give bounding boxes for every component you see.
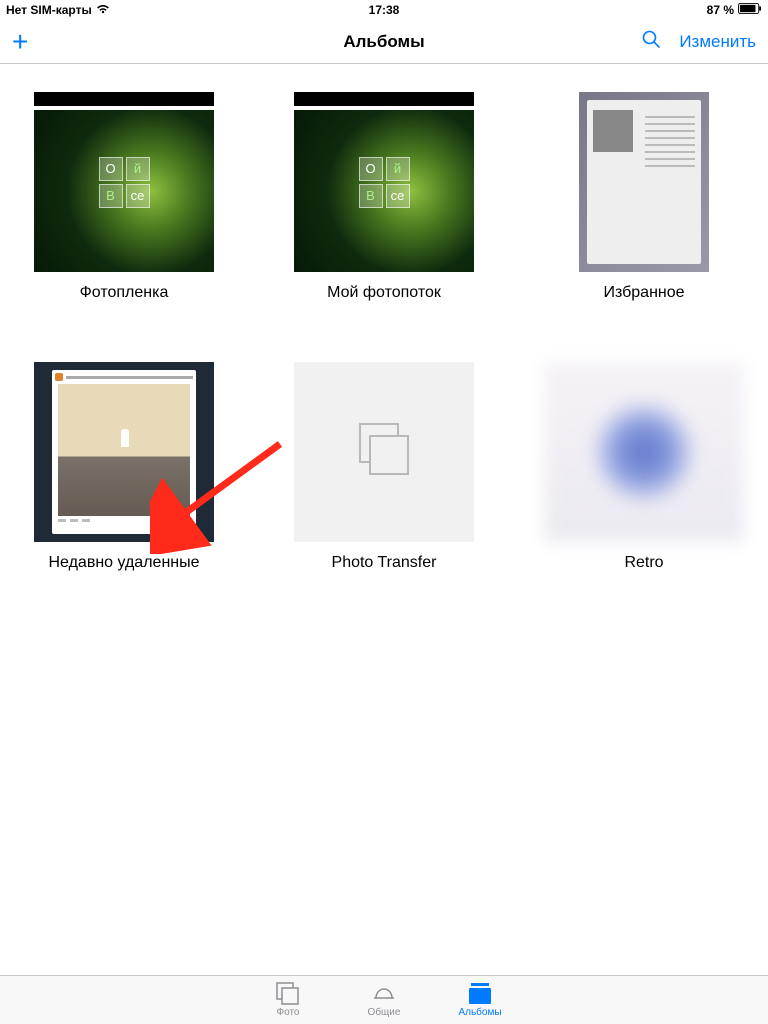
status-right: 87 % — [707, 3, 762, 17]
album-camera-roll[interactable]: О й В се Фотопленка — [34, 92, 214, 302]
status-time: 17:38 — [369, 3, 400, 17]
tile-letter: се — [126, 184, 150, 208]
tab-label: Общие — [368, 1007, 401, 1018]
album-thumb — [294, 362, 474, 542]
album-thumb: О й В се — [34, 92, 214, 272]
stack-icon — [348, 414, 420, 491]
album-title: Недавно удаленные — [48, 554, 199, 572]
album-title: Retro — [624, 554, 663, 572]
tile-letter: й — [386, 157, 410, 181]
status-left: Нет SIM-карты — [6, 3, 110, 17]
battery-pct: 87 % — [707, 3, 734, 17]
status-bar: Нет SIM-карты 17:38 87 % — [0, 0, 768, 20]
tile-letter: О — [359, 157, 383, 181]
album-thumb — [34, 362, 214, 542]
album-title: Photo Transfer — [332, 554, 437, 572]
album-thumb — [544, 362, 744, 542]
tab-label: Альбомы — [458, 1007, 501, 1018]
album-title: Избранное — [603, 284, 684, 302]
tab-label: Фото — [277, 1007, 300, 1018]
carrier-label: Нет SIM-карты — [6, 3, 92, 17]
albums-grid: О й В се Фотопленка О й В се Мой фотопот… — [24, 92, 744, 572]
album-favorites[interactable]: Избранное — [579, 92, 709, 302]
album-recently-deleted[interactable]: Недавно удаленные — [34, 362, 214, 572]
search-button[interactable] — [641, 29, 661, 54]
tile-letter: В — [99, 184, 123, 208]
page-title: Альбомы — [343, 32, 424, 52]
add-album-button[interactable]: + — [12, 28, 28, 56]
album-retro[interactable]: Retro — [544, 362, 744, 572]
tab-shared[interactable]: Общие — [346, 980, 422, 1018]
wifi-icon — [96, 3, 110, 17]
nav-left: + — [12, 28, 28, 56]
albums-content: О й В се Фотопленка О й В се Мой фотопот… — [0, 64, 768, 600]
album-title: Фотопленка — [80, 284, 169, 302]
nav-right: Изменить — [641, 29, 756, 54]
tab-bar: Фото Общие Альбомы — [0, 975, 768, 1024]
tile-letter: В — [359, 184, 383, 208]
tile-letter: О — [99, 157, 123, 181]
album-photo-transfer[interactable]: Photo Transfer — [294, 362, 474, 572]
album-photostream[interactable]: О й В се Мой фотопоток — [294, 92, 474, 302]
tab-photos[interactable]: Фото — [250, 980, 326, 1018]
tile-letter: се — [386, 184, 410, 208]
battery-icon — [738, 3, 762, 17]
album-title: Мой фотопоток — [327, 284, 441, 302]
album-thumb: О й В се — [294, 92, 474, 272]
tile-letter: й — [126, 157, 150, 181]
album-thumb — [579, 92, 709, 272]
tab-albums[interactable]: Альбомы — [442, 980, 518, 1018]
nav-bar: + Альбомы Изменить — [0, 20, 768, 64]
edit-button[interactable]: Изменить — [679, 32, 756, 52]
